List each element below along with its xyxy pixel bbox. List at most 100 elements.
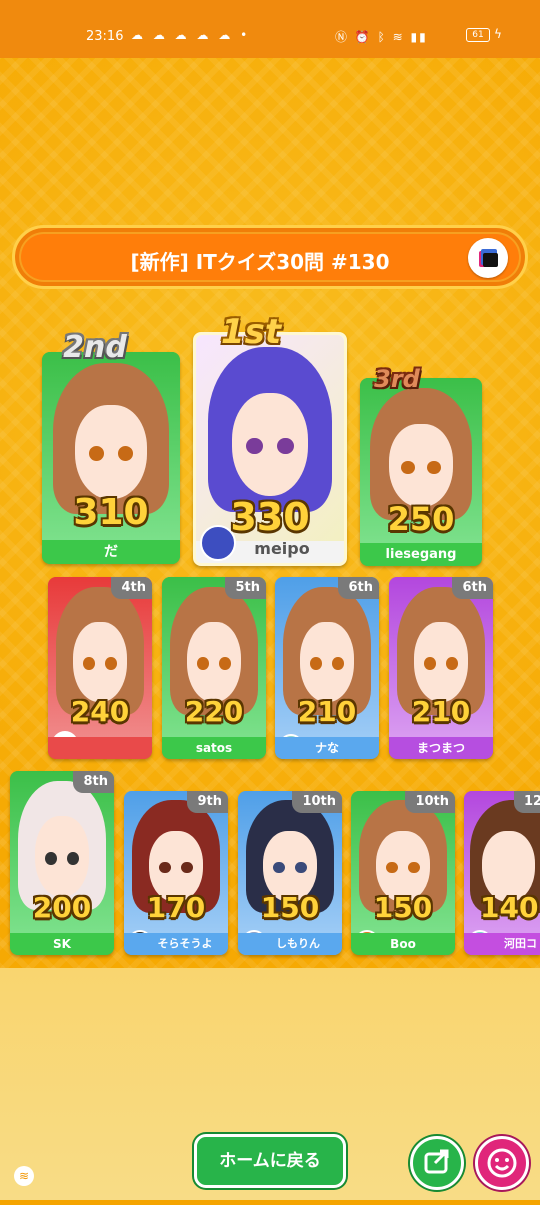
alarm-icon: ⏰ [354,30,372,44]
player-score: 150 [260,891,320,924]
portrait-eye [83,657,95,670]
player-score: 210 [411,695,471,728]
portrait-eye [273,862,285,874]
ranking-card-9th[interactable]: 9th 170 そらそうよ [124,791,228,955]
portrait-eye [67,852,79,865]
portrait-face [231,392,309,496]
rank-label: 1st [220,312,282,352]
player-name: SK [10,933,114,955]
portrait-eye [197,657,209,670]
player-score: 250 [387,500,455,538]
ranking-card-1st[interactable]: 330 meipo [193,332,347,566]
rank-tab: 12th [514,791,540,813]
player-name: Boo [351,933,455,955]
portrait-face [75,404,147,499]
rank-tab: 4th [111,577,152,599]
portrait-eye [159,862,171,874]
ranking-card-10th-b[interactable]: 10th 150 Boo [351,791,455,955]
ranking-card-6th-b[interactable]: 6th 210 まつまつ [389,577,493,759]
rank-label: 2nd [63,330,127,365]
portrait-eye [446,657,458,670]
system-icons: Ⓝ ⏰ ᛒ ≋ ▮▮ [335,28,428,45]
charging-icon: ϟ [494,27,502,41]
player-score: 150 [373,891,433,924]
rank-medal-2nd: 2nd [50,330,140,365]
ranking-card-6th-a[interactable]: 6th 210 ナな [275,577,379,759]
player-name: satos [162,737,266,759]
ranking-card-12th[interactable]: 12th 140 河田コ [464,791,540,955]
portrait-eye [277,438,294,455]
chat-bubble-icon: ☁ [152,28,168,42]
deck-menu-button[interactable] [468,238,508,278]
rank-tab: 10th [405,791,455,813]
portrait-face [389,424,453,507]
battery-icon: 61 [466,28,490,42]
portrait-eye [332,657,344,670]
ranking-card-8th[interactable]: 8th 200 SK [10,771,114,955]
rank-medal-3rd: 3rd [362,365,432,393]
connection-icon: ≋ [14,1166,34,1186]
portrait-face [34,816,90,898]
ranking-card-2nd[interactable]: 310 だ [42,352,180,564]
player-score: 220 [184,695,244,728]
smiley-icon [487,1148,517,1178]
player-name: 河田コ [464,933,540,955]
portrait-face [186,621,242,702]
portrait-eye [219,657,231,670]
signal-icon: ▮▮ [410,30,428,44]
portrait-eye [310,657,322,670]
player-score: 200 [32,891,92,924]
bluetooth-icon: ᛒ [377,30,387,44]
player-score: 210 [297,695,357,728]
player-score: 240 [70,695,130,728]
rank-medal-1st: 1st [206,312,296,352]
ranking-card-3rd[interactable]: 250 liesegang [360,378,482,566]
rank-tab: 8th [73,771,114,793]
portrait-eye [408,862,420,874]
portrait-eye [386,862,398,874]
home-button[interactable]: ホームに戻る [194,1134,346,1188]
share-button[interactable] [410,1136,464,1190]
player-score: 170 [146,891,206,924]
dot-icon: • [240,28,251,42]
portrait-eye [295,862,307,874]
player-name: liesegang [360,544,482,566]
nfc-icon: Ⓝ [335,30,350,44]
chat-bubble-icon: ☁ [218,28,234,42]
player-score: 140 [480,891,539,924]
rank-tab: 9th [187,791,228,813]
status-time: 23:16 [86,29,124,44]
ranking-card-4th[interactable]: 4th 240 [48,577,152,759]
home-button-label: ホームに戻る [219,1151,321,1171]
portrait-eye [181,862,193,874]
portrait-eye [401,460,415,474]
quiz-title: [新作] ITクイズ30問 #130 [130,250,390,274]
ranking-card-10th-a[interactable]: 10th 150 しもりん [238,791,342,955]
notification-icons: ☁ ☁ ☁ ☁ ☁ • [131,28,250,42]
ranking-card-5th[interactable]: 5th 220 satos [162,577,266,759]
rank-tab: 6th [452,577,493,599]
player-name: だ [42,540,180,564]
player-name: ナな [275,737,379,759]
player-name: しもりん [238,933,342,955]
portrait-eye [117,446,134,462]
portrait-face [299,621,355,702]
player-name: そらそうよ [124,933,228,955]
portrait-eye [246,438,263,455]
player-score: 310 [73,492,149,533]
rank-label: 3rd [374,365,420,393]
rank-tab: 5th [225,577,266,599]
status-bar: 23:16 ☁ ☁ ☁ ☁ ☁ • Ⓝ ⏰ ᛒ ≋ ▮▮ 61 ϟ [0,0,540,58]
portrait-eye [424,657,436,670]
portrait-eye [105,657,117,670]
chat-bubble-icon: ☁ [131,28,146,42]
rank-tab: 6th [338,577,379,599]
profile-button[interactable] [475,1136,529,1190]
portrait-eye [45,852,57,865]
quiz-title-banner: [新作] ITクイズ30問 #130 [12,225,528,289]
portrait-eye [427,460,441,474]
share-icon [424,1149,449,1174]
portrait-face [413,621,469,702]
portrait-eye [88,446,105,462]
portrait-face [72,621,128,702]
